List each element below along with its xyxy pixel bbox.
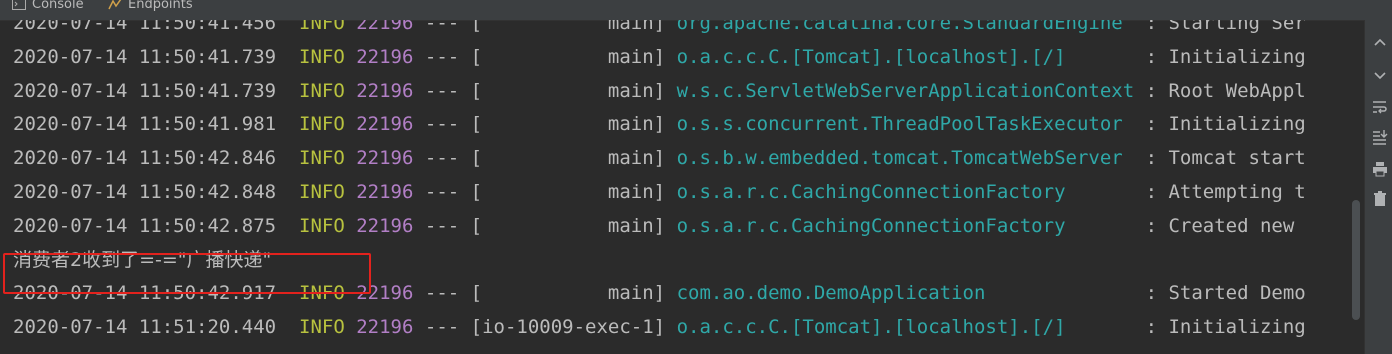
log-logger: w.s.c.ServletWebServerApplicationContext [676,79,1135,102]
log-thread: [ main] [470,181,666,203]
log-separator: --- [424,79,460,102]
tab-console-label: Console [32,0,84,12]
console-output[interactable]: 2020-07-14 11:50:41.456 INFO 22196 --- [… [0,20,1364,354]
log-separator: --- [424,113,460,136]
highlight-box [3,253,371,294]
log-pid: 22196 [356,181,414,203]
log-line: 2020-07-14 11:50:41.456 INFO 22196 --- [… [13,20,1306,40]
log-level: INFO [299,316,345,339]
log-logger: o.a.c.c.C.[Tomcat].[localhost].[/] [676,45,1135,68]
log-separator: --- [424,282,460,305]
log-level: INFO [299,79,345,102]
endpoints-icon [108,0,122,10]
log-logger: o.s.s.concurrent.ThreadPoolTaskExecutor [676,113,1135,136]
log-level: INFO [299,214,345,237]
log-logger: o.s.b.w.embedded.tomcat.TomcatWebServer [676,147,1135,170]
log-message: : Created new [1145,214,1295,237]
tab-endpoints[interactable]: Endpoints [108,0,193,14]
log-message: : Starting Ser [1145,20,1306,34]
log-separator: --- [424,214,460,237]
log-line: 2020-07-14 11:50:42.848 INFO 22196 --- [… [13,175,1306,209]
log-separator: --- [424,20,460,34]
log-line: 2020-07-14 11:50:42.846 INFO 22196 --- [… [13,141,1306,175]
console-toolbar [1364,20,1392,354]
log-logger: com.ao.demo.DemoApplication [676,282,1135,305]
log-pid: 22196 [356,45,414,68]
log-thread: [io-10009-exec-1] [470,316,666,339]
log-logger: o.s.a.r.c.CachingConnectionFactory [676,214,1135,237]
log-timestamp: 2020-07-14 11:50:41.456 [13,20,277,34]
log-line: 2020-07-14 11:50:41.981 INFO 22196 --- [… [13,107,1306,141]
log-separator: --- [424,181,460,203]
log-thread: [ main] [470,79,666,102]
log-message: : Initializing [1145,113,1306,136]
soft-wrap-icon[interactable] [1371,98,1389,116]
log-message: : Root WebAppl [1145,79,1306,102]
log-pid: 22196 [356,214,414,237]
log-level: INFO [299,147,345,170]
log-logger: org.apache.catalina.core.StandardEngine [676,20,1135,34]
log-line: 2020-07-14 11:50:41.739 INFO 22196 --- [… [13,40,1306,74]
log-logger: o.s.a.r.c.CachingConnectionFactory [676,181,1135,203]
log-message: : Started Demo [1145,282,1306,305]
log-timestamp: 2020-07-14 11:50:42.846 [13,147,277,170]
log-thread: [ main] [470,45,666,68]
log-timestamp: 2020-07-14 11:50:41.981 [13,113,277,136]
log-pid: 22196 [356,79,414,102]
tool-window-tabbar: Console Endpoints [0,0,1392,21]
log-separator: --- [424,147,460,170]
log-message: : Attempting t [1145,181,1306,203]
log-line: 2020-07-14 11:50:41.739 INFO 22196 --- [… [13,74,1306,108]
log-level: INFO [299,45,345,68]
log-pid: 22196 [356,147,414,170]
log-line: 2020-07-14 11:50:42.875 INFO 22196 --- [… [13,209,1294,243]
log-timestamp: 2020-07-14 11:50:41.739 [13,79,277,102]
scroll-up-icon[interactable] [1371,34,1389,52]
scroll-to-end-icon[interactable] [1371,128,1389,146]
log-thread: [ main] [470,147,666,170]
scroll-down-icon[interactable] [1371,66,1389,84]
tab-console[interactable]: Console [12,0,84,14]
log-pid: 22196 [356,113,414,136]
console-icon [12,0,26,10]
log-line: 2020-07-14 11:51:20.440 INFO 22196 --- [… [13,310,1306,344]
log-level: INFO [299,181,345,203]
log-thread: [ main] [470,113,666,136]
log-pid: 22196 [356,316,414,339]
log-thread: [ main] [470,214,666,237]
vertical-scrollbar[interactable] [1352,200,1360,320]
log-timestamp: 2020-07-14 11:50:42.848 [13,181,277,203]
log-thread: [ main] [470,20,666,34]
trash-icon[interactable] [1371,190,1389,208]
log-level: INFO [299,113,345,136]
log-timestamp: 2020-07-14 11:50:41.739 [13,45,277,68]
log-separator: --- [424,45,460,68]
log-pid: 22196 [356,20,414,34]
log-logger: o.a.c.c.C.[Tomcat].[localhost].[/] [676,316,1135,339]
tab-endpoints-label: Endpoints [128,0,193,12]
log-message: : Initializing [1145,316,1306,339]
log-message: : Initializing [1145,45,1306,68]
log-timestamp: 2020-07-14 11:51:20.440 [13,316,277,339]
print-icon[interactable] [1371,160,1389,178]
log-level: INFO [299,20,345,34]
log-separator: --- [424,316,460,339]
log-message: : Tomcat start [1145,147,1306,170]
log-thread: [ main] [470,282,666,305]
log-timestamp: 2020-07-14 11:50:42.875 [13,214,277,237]
